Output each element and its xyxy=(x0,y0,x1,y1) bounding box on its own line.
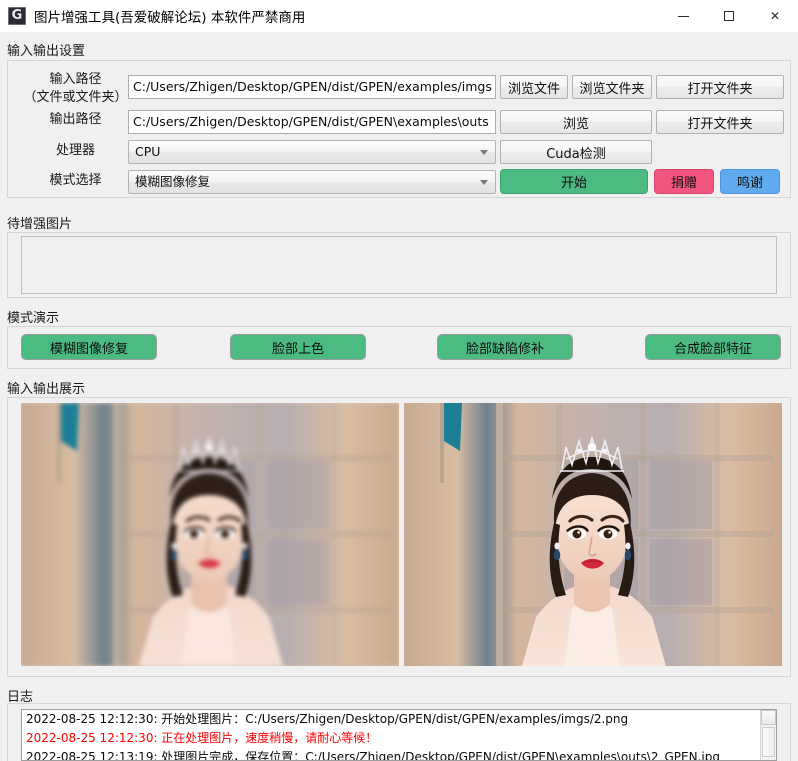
output-path-label: 输出路径 xyxy=(49,112,102,127)
input-preview-canvas xyxy=(21,403,399,666)
processor-select-value: CPU xyxy=(135,144,161,159)
chevron-down-icon xyxy=(480,150,488,155)
output-preview-image xyxy=(404,403,782,666)
start-button[interactable]: 开始 xyxy=(500,169,648,194)
open-input-folder-button[interactable]: 打开文件夹 xyxy=(656,75,784,99)
window-controls: ✕ xyxy=(660,0,798,32)
donate-button[interactable]: 捐赠 xyxy=(654,169,714,194)
log-output[interactable]: 2022-08-25 12:12:30: 开始处理图片：C:/Users/Zhi… xyxy=(21,709,777,761)
window-title: 图片增强工具(吾爱破解论坛) 本软件严禁商用 xyxy=(34,10,306,26)
mode-select-label: 模式选择 xyxy=(49,173,102,188)
close-icon: ✕ xyxy=(769,9,781,23)
demo-group-label: 模式演示 xyxy=(7,311,60,326)
processor-label: 处理器 xyxy=(55,143,95,158)
input-photo-svg xyxy=(21,403,399,666)
chevron-down-icon xyxy=(480,180,488,185)
browse-file-button[interactable]: 浏览文件 xyxy=(500,75,568,99)
pending-group-label: 待增强图片 xyxy=(7,217,73,232)
input-preview-image xyxy=(21,403,399,666)
cuda-check-button[interactable]: Cuda检测 xyxy=(500,140,652,164)
log-line: 2022-08-25 12:12:30: 正在处理图片，速度稍慢，请耐心等候！ xyxy=(26,731,378,745)
close-button[interactable]: ✕ xyxy=(752,0,798,32)
minimize-button[interactable] xyxy=(660,0,706,32)
output-photo-svg xyxy=(404,403,782,666)
pending-images-list[interactable] xyxy=(21,236,777,294)
minimize-icon xyxy=(677,15,689,17)
demo-button-face-inpaint[interactable]: 脸部缺陷修补 xyxy=(437,334,573,360)
demo-button-blur-restore[interactable]: 模糊图像修复 xyxy=(21,334,157,360)
thanks-button[interactable]: 鸣谢 xyxy=(720,169,780,194)
browse-output-button[interactable]: 浏览 xyxy=(500,110,652,134)
maximize-icon xyxy=(724,11,734,21)
output-preview-canvas xyxy=(404,403,782,666)
input-path-label-line2: （文件或文件夹） xyxy=(23,90,128,105)
mode-select[interactable]: 模糊图像修复 xyxy=(128,170,496,194)
io-settings-group-label: 输入输出设置 xyxy=(7,44,86,59)
input-path-label-line1: 输入路径 xyxy=(49,72,102,87)
demo-button-face-colorize[interactable]: 脸部上色 xyxy=(230,334,366,360)
open-output-folder-button[interactable]: 打开文件夹 xyxy=(656,110,784,134)
output-path-field[interactable]: C:/Users/Zhigen/Desktop/GPEN/dist/GPEN\e… xyxy=(128,110,496,134)
input-path-field[interactable]: C:/Users/Zhigen/Desktop/GPEN/dist/GPEN/e… xyxy=(128,75,496,99)
g-logo-icon xyxy=(8,7,26,25)
mode-select-value: 模糊图像修复 xyxy=(135,174,211,189)
demo-button-face-synthesis[interactable]: 合成脸部特征 xyxy=(645,334,781,360)
log-line: 2022-08-25 12:12:30: 开始处理图片：C:/Users/Zhi… xyxy=(26,712,629,726)
browse-folder-button[interactable]: 浏览文件夹 xyxy=(572,75,652,99)
maximize-button[interactable] xyxy=(706,0,752,32)
window-title-bar: 图片增强工具(吾爱破解论坛) 本软件严禁商用 ✕ xyxy=(0,0,798,32)
preview-group-label: 输入输出展示 xyxy=(7,382,86,397)
scrollbar-thumb[interactable] xyxy=(762,727,775,757)
log-scrollbar[interactable] xyxy=(760,710,776,760)
processor-select[interactable]: CPU xyxy=(128,140,496,164)
scroll-up-icon[interactable] xyxy=(761,710,776,725)
log-line: 2022-08-25 12:13:19: 处理图片完成，保存位置：C:/User… xyxy=(26,750,720,761)
